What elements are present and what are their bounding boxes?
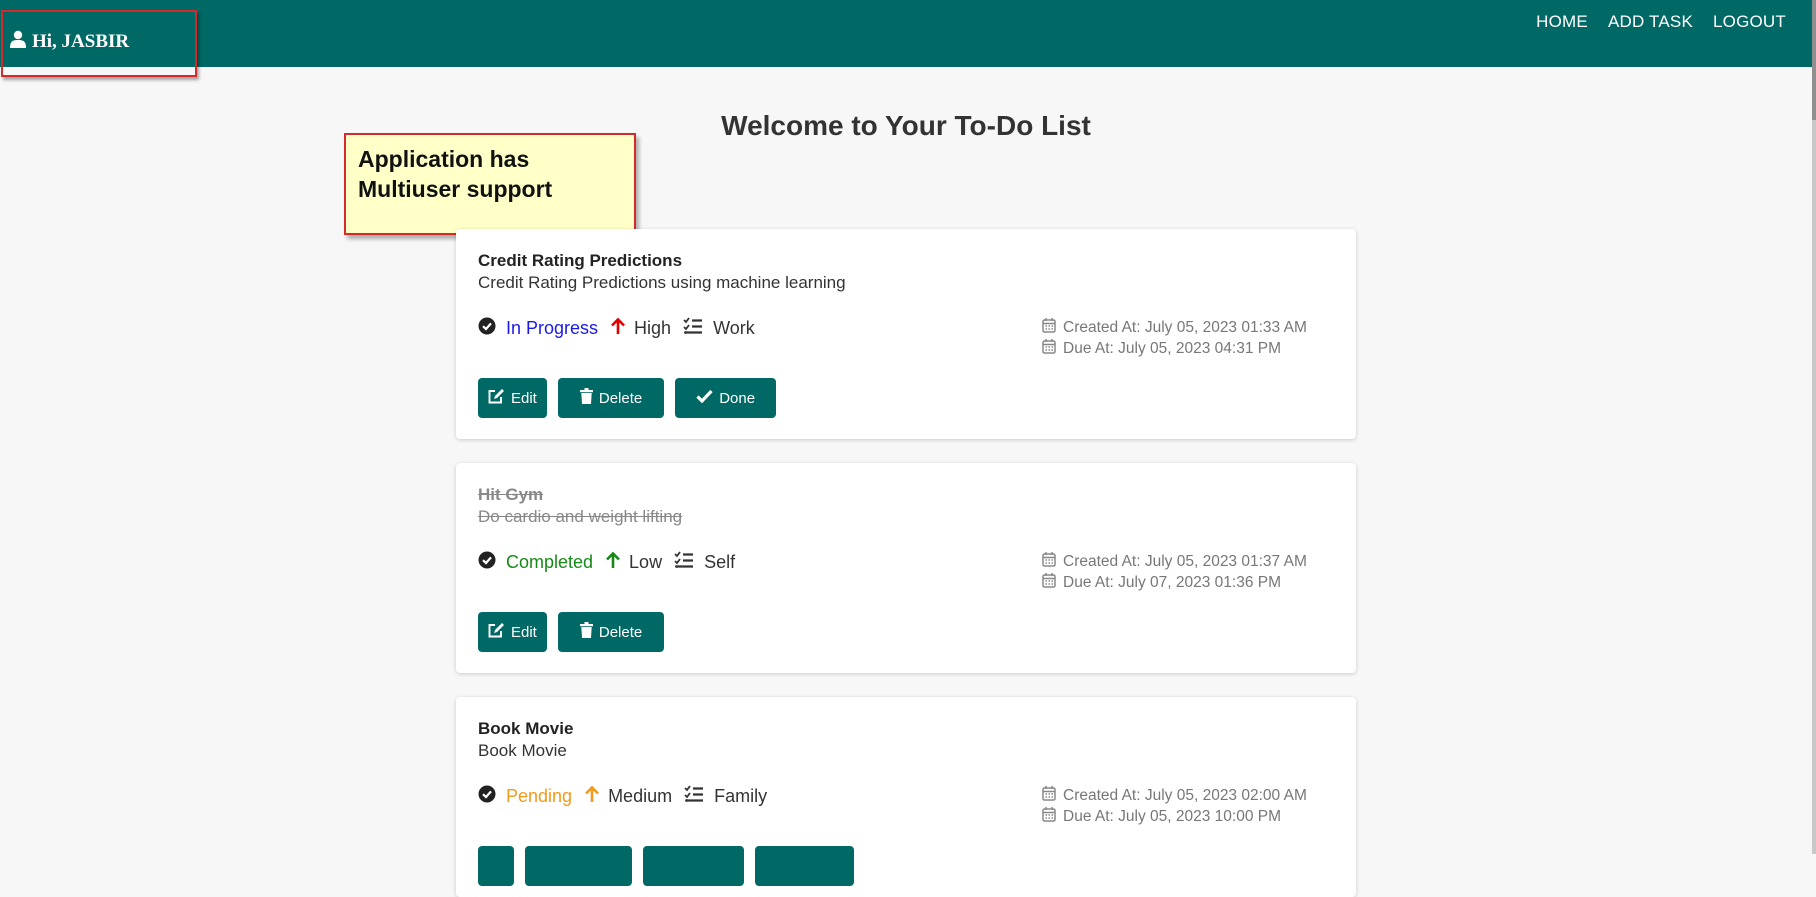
task-status: Completed bbox=[506, 552, 594, 572]
check-circle-icon bbox=[478, 317, 496, 340]
task-meta: In Progress High Work bbox=[478, 317, 755, 340]
scrollbar-thumb[interactable] bbox=[1812, 0, 1816, 120]
task-actions: Edit Delete Done bbox=[478, 378, 777, 418]
greeting-highlight-box bbox=[1, 10, 197, 77]
edit-button[interactable]: Edit bbox=[478, 612, 547, 652]
task-title: Credit Rating Predictions bbox=[478, 251, 683, 270]
created-at: Created At: July 05, 2023 01:37 AM bbox=[1063, 553, 1307, 570]
delete-button[interactable] bbox=[525, 846, 632, 886]
arrow-up-icon bbox=[584, 785, 600, 808]
created-at: Created At: July 05, 2023 02:00 AM bbox=[1063, 787, 1307, 804]
calendar-icon bbox=[1042, 572, 1056, 593]
arrow-up-icon bbox=[610, 317, 626, 340]
task-actions: Edit Delete bbox=[478, 612, 665, 652]
task-meta: Completed Low Self bbox=[478, 551, 735, 574]
edit-button[interactable]: Edit bbox=[478, 378, 547, 418]
task-description: Do cardio and weight lifting bbox=[478, 507, 683, 526]
delete-button[interactable]: Delete bbox=[557, 378, 665, 418]
page-title: Welcome to Your To-Do List bbox=[721, 110, 1091, 141]
created-at: Created At: July 05, 2023 01:33 AM bbox=[1063, 319, 1307, 336]
calendar-icon bbox=[1042, 806, 1056, 827]
task-actions bbox=[478, 846, 854, 886]
due-at: Due At: July 07, 2023 01:36 PM bbox=[1063, 574, 1281, 591]
done-button[interactable]: Done bbox=[675, 378, 777, 418]
annotation-line-2: Multiuser support bbox=[358, 176, 553, 202]
check-icon bbox=[696, 389, 713, 407]
annotation-line-1: Application has bbox=[358, 146, 530, 172]
task-card: Credit Rating Predictions Credit Rating … bbox=[456, 229, 1356, 439]
scrollbar[interactable] bbox=[1812, 0, 1816, 854]
calendar-icon bbox=[1042, 551, 1056, 572]
calendar-icon bbox=[1042, 317, 1056, 338]
task-category: Work bbox=[713, 318, 755, 338]
task-priority: High bbox=[634, 318, 672, 338]
annotation-callout: Application has Multiuser support bbox=[344, 133, 636, 235]
task-status: In Progress bbox=[506, 318, 599, 338]
calendar-icon bbox=[1042, 785, 1056, 806]
in-progress-button[interactable] bbox=[643, 846, 744, 886]
nav-links: HOME ADD TASK LOGOUT bbox=[1536, 12, 1786, 32]
trash-icon bbox=[579, 622, 593, 642]
task-description: Credit Rating Predictions using machine … bbox=[478, 273, 846, 292]
task-dates: Created At: July 05, 2023 01:37 AM Due A… bbox=[1042, 551, 1307, 593]
arrow-up-icon bbox=[605, 551, 621, 574]
task-title: Book Movie bbox=[478, 719, 574, 738]
list-check-icon bbox=[684, 785, 704, 808]
due-at: Due At: July 05, 2023 04:31 PM bbox=[1063, 340, 1281, 357]
task-card: Book Movie Book Movie Pending Medium Fam… bbox=[456, 697, 1356, 897]
list-check-icon bbox=[674, 551, 694, 574]
top-navbar: Hi, JASBIR HOME ADD TASK LOGOUT bbox=[0, 0, 1812, 67]
task-dates: Created At: July 05, 2023 01:33 AM Due A… bbox=[1042, 317, 1307, 359]
edit-icon bbox=[488, 622, 505, 642]
edit-button[interactable] bbox=[478, 846, 514, 886]
due-at: Due At: July 05, 2023 10:00 PM bbox=[1063, 808, 1281, 825]
task-meta: Pending Medium Family bbox=[478, 785, 767, 808]
trash-icon bbox=[579, 388, 593, 408]
check-circle-icon bbox=[478, 785, 496, 808]
task-priority: Low bbox=[629, 552, 663, 572]
task-category: Family bbox=[714, 786, 768, 806]
task-dates: Created At: July 05, 2023 02:00 AM Due A… bbox=[1042, 785, 1307, 827]
task-card: Hit Gym Do cardio and weight lifting Com… bbox=[456, 463, 1356, 673]
task-status: Pending bbox=[506, 786, 573, 806]
nav-logout-link[interactable]: LOGOUT bbox=[1713, 12, 1786, 32]
list-check-icon bbox=[683, 317, 703, 340]
task-category: Self bbox=[704, 552, 736, 572]
task-priority: Medium bbox=[608, 786, 673, 806]
done-button[interactable] bbox=[755, 846, 854, 886]
calendar-icon bbox=[1042, 338, 1056, 359]
edit-icon bbox=[488, 388, 505, 408]
check-circle-icon bbox=[478, 551, 496, 574]
task-description: Book Movie bbox=[478, 741, 567, 760]
task-title: Hit Gym bbox=[478, 485, 544, 504]
nav-home-link[interactable]: HOME bbox=[1536, 12, 1588, 32]
nav-add-task-link[interactable]: ADD TASK bbox=[1608, 12, 1693, 32]
delete-button[interactable]: Delete bbox=[557, 612, 665, 652]
